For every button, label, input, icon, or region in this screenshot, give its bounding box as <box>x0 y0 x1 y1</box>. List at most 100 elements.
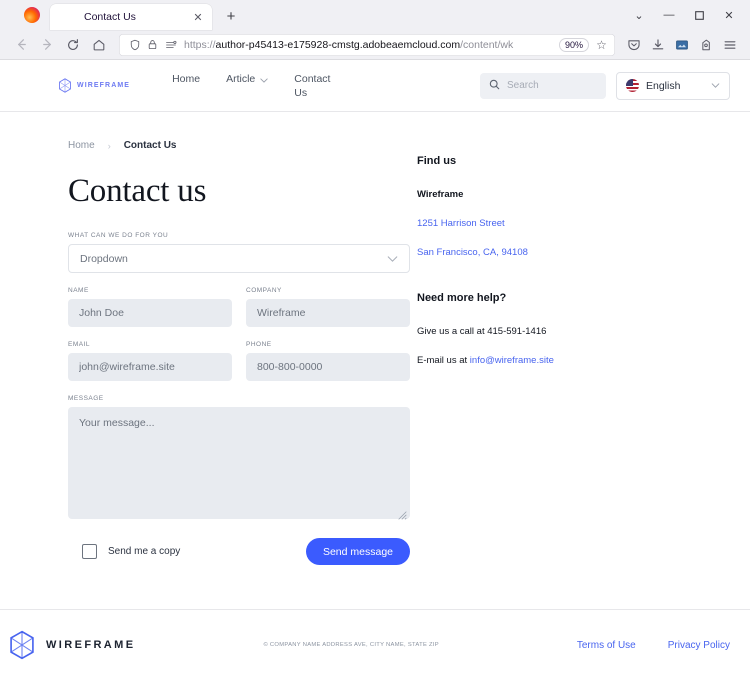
url-text: https://author-p45413-e175928-cmstg.adob… <box>184 38 514 51</box>
tab-list-chevron-down-icon[interactable]: ⌄ <box>624 2 654 28</box>
home-icon <box>93 39 105 50</box>
main-navigation: Home Article Contact Us <box>172 72 331 100</box>
reload-button[interactable] <box>60 32 86 58</box>
footer-logo-text: WIREFRAME <box>46 639 136 651</box>
search-icon <box>489 77 500 95</box>
language-selector[interactable]: English <box>616 71 730 100</box>
pocket-icon[interactable] <box>622 33 646 57</box>
home-button[interactable] <box>86 32 112 58</box>
zoom-level-badge[interactable]: 90% <box>558 37 589 52</box>
url-bar[interactable]: https://author-p45413-e175928-cmstg.adob… <box>119 33 615 56</box>
forward-button[interactable] <box>34 32 60 58</box>
find-us-company: Wireframe <box>417 189 464 200</box>
minimize-button[interactable]: — <box>654 2 684 28</box>
field-group-email: EMAIL <box>68 341 232 381</box>
lock-icon <box>145 37 160 52</box>
find-us-block: Find us Wireframe 1251 Harrison Street S… <box>417 155 690 258</box>
service-dropdown[interactable]: Dropdown <box>68 244 410 273</box>
name-input[interactable] <box>68 299 232 327</box>
service-dropdown-value: Dropdown <box>80 252 128 265</box>
browser-tab[interactable]: Contact Us ✕ <box>50 4 212 30</box>
breadcrumb-item-current: Contact Us <box>123 140 177 151</box>
close-tab-icon[interactable]: ✕ <box>190 9 206 25</box>
phone-input[interactable] <box>246 353 410 381</box>
wireframe-cube-icon <box>59 78 71 93</box>
form-footer: Send me a copy Send message <box>68 538 410 565</box>
chevron-down-icon <box>711 81 720 90</box>
message-label: MESSAGE <box>68 395 104 402</box>
breadcrumb-separator-icon: › <box>107 140 111 151</box>
browser-nav-bar: https://author-p45413-e175928-cmstg.adob… <box>0 30 750 60</box>
email-link[interactable]: info@wireframe.site <box>470 355 554 366</box>
contact-form-column: Home › Contact Us Contact us WHAT CAN WE… <box>68 140 410 565</box>
search-placeholder: Search <box>507 80 539 91</box>
screenshot-icon[interactable] <box>670 33 694 57</box>
field-group-company: COMPANY <box>246 287 410 327</box>
page-title: Contact us <box>68 173 207 209</box>
footer-logo[interactable]: WIREFRAME <box>8 630 135 660</box>
send-message-button[interactable]: Send message <box>305 538 410 565</box>
nav-item-contact-us-label: Contact Us <box>294 72 331 99</box>
breadcrumb: Home › Contact Us <box>68 140 410 151</box>
site-logo[interactable]: WIREFRAME <box>58 78 130 93</box>
message-wrapper <box>68 407 410 524</box>
nav-item-article[interactable]: Article <box>226 72 268 88</box>
phone-label: PHONE <box>246 341 272 348</box>
back-button[interactable] <box>8 32 34 58</box>
download-icon[interactable] <box>646 33 670 57</box>
field-group-name: NAME <box>68 287 232 327</box>
site-header: WIREFRAME Home Article Contact Us Search… <box>0 60 750 112</box>
company-label: COMPANY <box>246 287 282 294</box>
bookmark-star-icon[interactable]: ☆ <box>593 38 610 52</box>
nav-item-home[interactable]: Home <box>172 72 200 86</box>
chevron-down-icon <box>387 254 398 264</box>
footer-link-privacy[interactable]: Privacy Policy <box>668 640 730 651</box>
footer-copyright: © COMPANY NAME ADDRESS AVE, CITY NAME, S… <box>263 642 439 648</box>
menu-icon[interactable] <box>718 33 742 57</box>
message-input[interactable] <box>68 407 410 519</box>
maximize-button[interactable] <box>684 2 714 28</box>
breadcrumb-item-home[interactable]: Home <box>68 140 95 151</box>
search-input[interactable]: Search <box>480 72 606 99</box>
field-group-phone: PHONE <box>246 341 410 381</box>
account-icon[interactable] <box>694 33 718 57</box>
reader-permissions-icon[interactable] <box>163 37 178 52</box>
address-line1-link[interactable]: 1251 Harrison Street <box>417 218 690 229</box>
close-window-button[interactable]: ✕ <box>714 2 744 28</box>
nav-item-home-label: Home <box>172 72 201 85</box>
contact-info-column: Find us Wireframe 1251 Harrison Street S… <box>410 140 690 565</box>
footer-links: Terms of Use Privacy Policy <box>577 640 730 651</box>
forward-arrow-icon <box>42 39 51 50</box>
maximize-icon <box>694 10 704 20</box>
email-text: E-mail us at info@wireframe.site <box>417 355 690 366</box>
nav-item-contact-us[interactable]: Contact Us <box>294 72 331 100</box>
chevron-down-icon <box>260 74 268 88</box>
site-logo-text: WIREFRAME <box>77 82 131 89</box>
field-row-email-phone: EMAIL PHONE <box>68 341 410 395</box>
new-tab-button[interactable]: + <box>220 5 242 27</box>
find-us-heading: Find us <box>417 155 457 167</box>
wireframe-cube-icon <box>10 630 34 660</box>
firefox-logo-icon <box>24 7 40 23</box>
reload-icon <box>68 38 78 50</box>
page-content: WIREFRAME Home Article Contact Us Search… <box>0 60 750 680</box>
field-group-message: MESSAGE <box>68 395 410 524</box>
content-area: Home › Contact Us Contact us WHAT CAN WE… <box>0 112 750 565</box>
email-label: EMAIL <box>68 341 91 348</box>
email-input[interactable] <box>68 353 232 381</box>
shield-icon <box>127 37 142 52</box>
address-line2-link[interactable]: San Francisco, CA, 94108 <box>417 247 690 258</box>
back-arrow-icon <box>17 39 26 50</box>
need-help-block: Need more help? Give us a call at 415-59… <box>417 292 690 366</box>
footer-link-terms[interactable]: Terms of Use <box>577 640 636 651</box>
email-prefix: E-mail us at <box>417 355 470 366</box>
header-right-group: Search English <box>480 71 730 100</box>
tab-title: Contact Us <box>84 11 136 23</box>
need-help-heading: Need more help? <box>417 292 507 304</box>
tab-strip: Contact Us ✕ + ⌄ — ✕ <box>0 0 750 30</box>
us-flag-icon <box>626 79 639 92</box>
send-copy-label[interactable]: Send me a copy <box>108 546 180 557</box>
company-input[interactable] <box>246 299 410 327</box>
send-copy-checkbox[interactable] <box>82 544 97 559</box>
nav-item-article-label: Article <box>226 72 256 85</box>
